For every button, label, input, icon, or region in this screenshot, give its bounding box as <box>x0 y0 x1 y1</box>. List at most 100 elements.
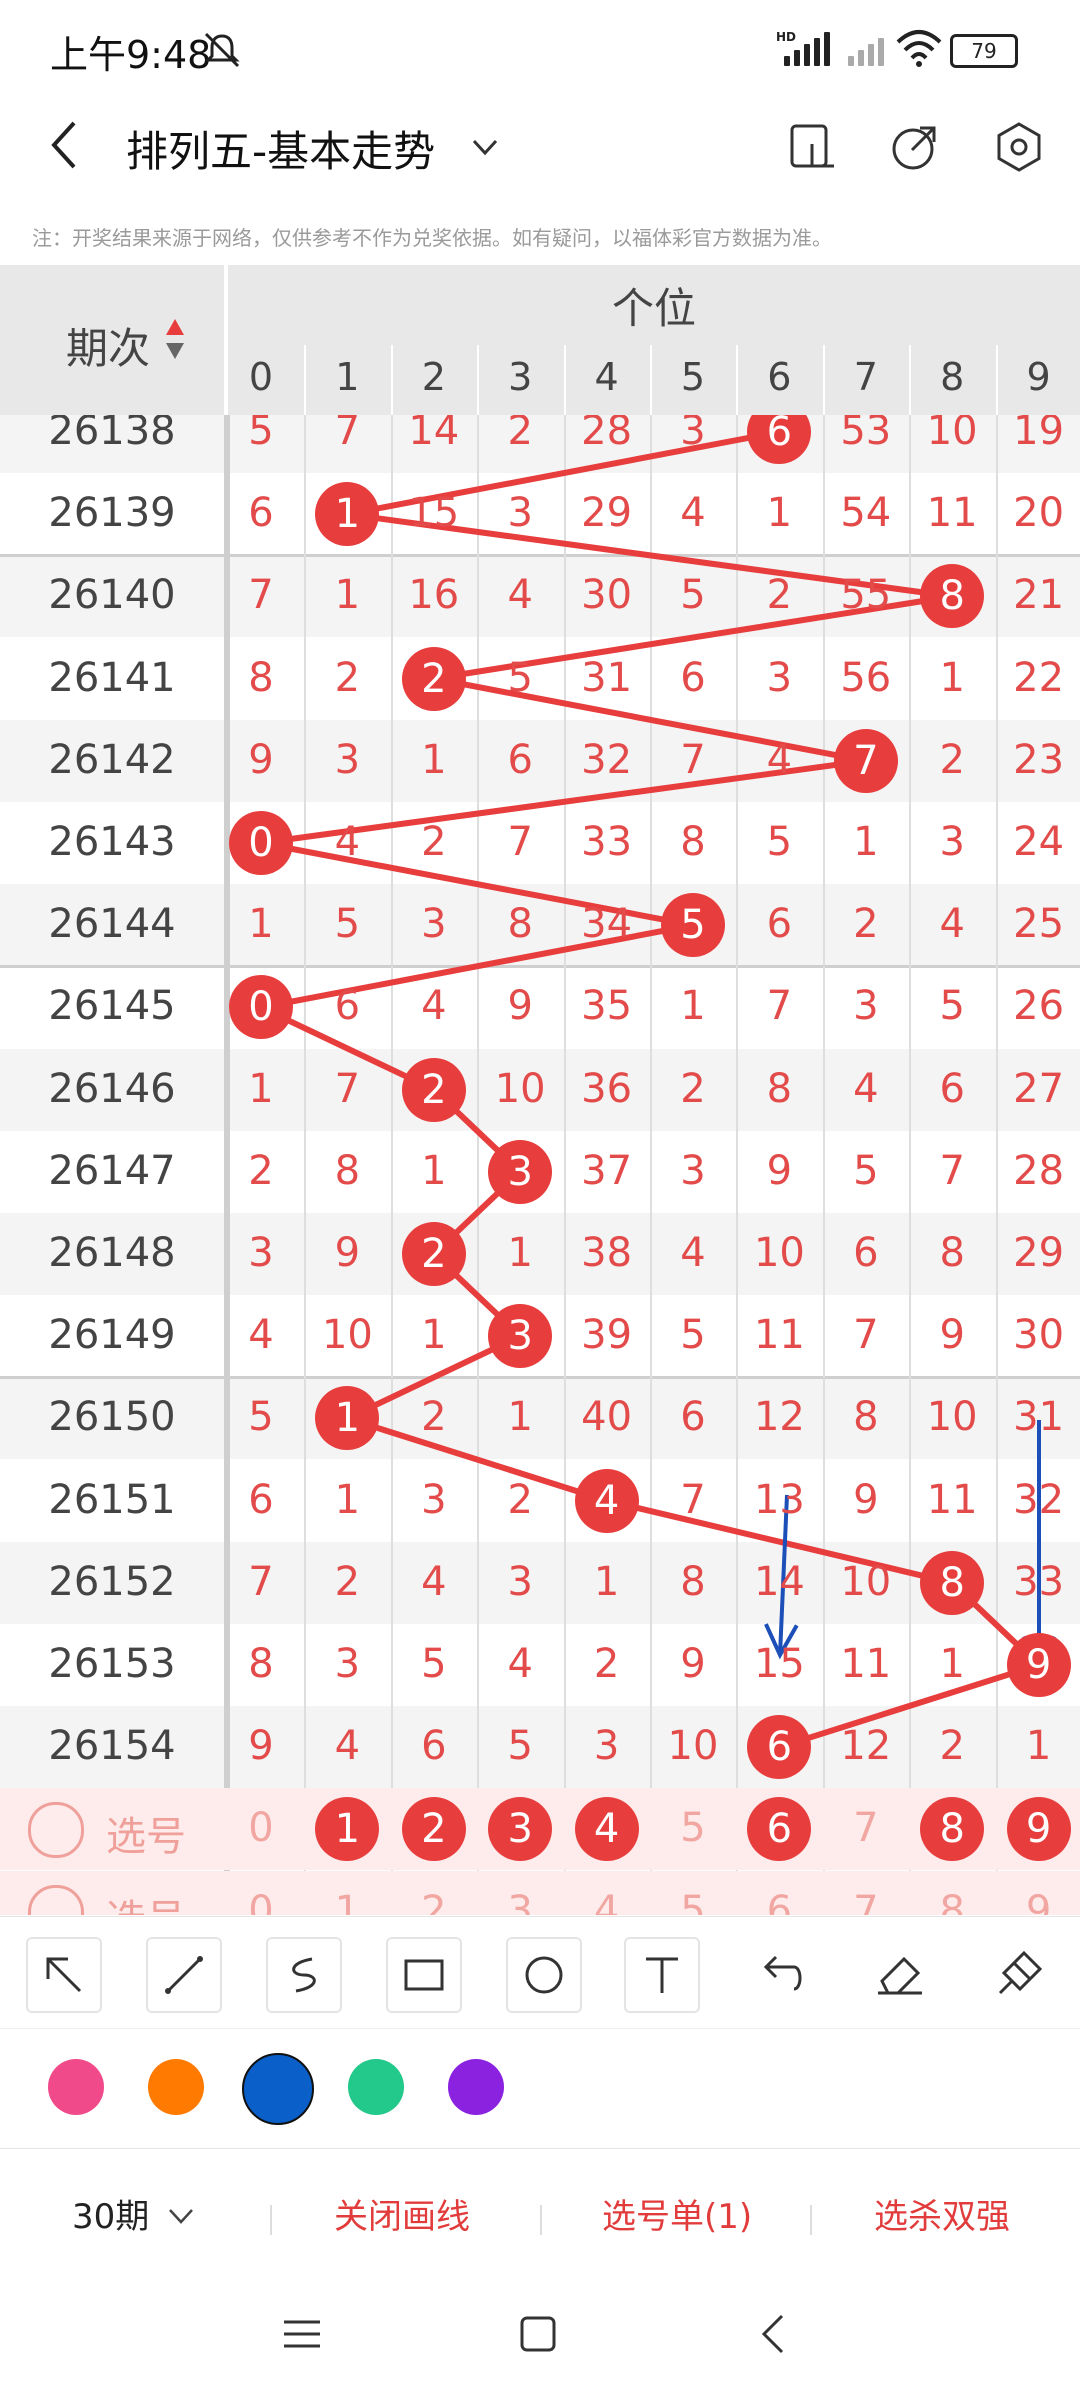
omission-cell[interactable]: 7 <box>304 415 390 454</box>
omission-cell[interactable]: 53 <box>823 415 909 454</box>
pick-digit[interactable]: 5 <box>650 1888 736 1916</box>
omission-cell[interactable]: 5 <box>650 572 736 618</box>
omission-cell[interactable]: 8 <box>218 655 304 701</box>
omission-cell[interactable]: 9 <box>304 1230 390 1276</box>
page-title[interactable]: 排列五-基本走势 <box>126 118 435 179</box>
omission-cell[interactable]: 1 <box>391 737 477 783</box>
omission-cell[interactable]: 2 <box>736 572 822 618</box>
omission-cell[interactable]: 20 <box>996 490 1080 536</box>
winning-digit-ball[interactable]: 5 <box>661 893 725 958</box>
winning-digit-ball[interactable]: 3 <box>488 1139 553 1204</box>
omission-cell[interactable]: 9 <box>909 1312 995 1358</box>
omission-cell[interactable]: 4 <box>650 1230 736 1276</box>
omission-cell[interactable]: 5 <box>218 415 304 454</box>
omission-cell[interactable]: 28 <box>564 415 650 454</box>
omission-cell[interactable]: 27 <box>996 1066 1080 1112</box>
omission-cell[interactable]: 11 <box>909 490 995 536</box>
omission-cell[interactable]: 1 <box>477 1230 563 1276</box>
omission-cell[interactable]: 55 <box>823 572 909 618</box>
omission-cell[interactable]: 31 <box>564 655 650 701</box>
color-swatch[interactable] <box>48 2059 104 2115</box>
omission-cell[interactable]: 2 <box>564 1641 650 1687</box>
period-selector[interactable]: 30期 <box>72 2189 196 2238</box>
nav-back-icon[interactable] <box>752 2312 796 2356</box>
omission-cell[interactable]: 2 <box>477 415 563 454</box>
winning-digit-ball[interactable]: 3 <box>488 1304 553 1369</box>
omission-cell[interactable]: 5 <box>650 1312 736 1358</box>
omission-cell[interactable]: 6 <box>391 1723 477 1769</box>
pick-digit[interactable]: 7 <box>823 1888 909 1916</box>
omission-cell[interactable]: 9 <box>823 1477 909 1523</box>
omission-cell[interactable]: 26 <box>996 983 1080 1029</box>
omission-cell[interactable]: 15 <box>391 490 477 536</box>
omission-cell[interactable]: 8 <box>823 1394 909 1440</box>
omission-cell[interactable]: 39 <box>564 1312 650 1358</box>
omission-cell[interactable]: 5 <box>218 1394 304 1440</box>
omission-cell[interactable]: 40 <box>564 1394 650 1440</box>
pick-digit[interactable]: 3 <box>477 1888 563 1916</box>
undo-icon[interactable] <box>744 1937 816 2009</box>
omission-cell[interactable]: 1 <box>391 1148 477 1194</box>
omission-cell[interactable]: 7 <box>823 1312 909 1358</box>
pick-digit-selected[interactable]: 4 <box>574 1797 639 1862</box>
omission-cell[interactable]: 8 <box>304 1148 390 1194</box>
pick-digit[interactable]: 6 <box>736 1888 822 1916</box>
omission-cell[interactable]: 6 <box>823 1230 909 1276</box>
color-swatch[interactable] <box>242 2053 314 2125</box>
omission-cell[interactable]: 4 <box>477 1641 563 1687</box>
omission-cell[interactable]: 16 <box>391 572 477 618</box>
omission-cell[interactable]: 5 <box>304 901 390 947</box>
winning-digit-ball[interactable]: 9 <box>1006 1633 1071 1697</box>
omission-cell[interactable]: 7 <box>909 1148 995 1194</box>
home-icon[interactable] <box>516 2312 560 2356</box>
winning-digit-ball[interactable]: 0 <box>229 811 293 875</box>
pick-digit[interactable]: 1 <box>304 1888 390 1916</box>
omission-cell[interactable]: 7 <box>218 572 304 618</box>
omission-cell[interactable]: 1 <box>564 1559 650 1605</box>
omission-cell[interactable]: 10 <box>823 1559 909 1605</box>
omission-cell[interactable]: 6 <box>736 901 822 947</box>
color-swatch[interactable] <box>448 2059 504 2115</box>
omission-cell[interactable]: 2 <box>304 1559 390 1605</box>
omission-cell[interactable]: 2 <box>218 1148 304 1194</box>
omission-cell[interactable]: 2 <box>650 1066 736 1112</box>
winning-digit-ball[interactable]: 2 <box>401 1057 466 1122</box>
pick-digit[interactable]: 5 <box>650 1805 736 1851</box>
omission-cell[interactable]: 9 <box>736 1148 822 1194</box>
omission-cell[interactable]: 6 <box>650 1394 736 1440</box>
pick-digit-selected[interactable]: 9 <box>1006 1797 1071 1862</box>
omission-cell[interactable]: 10 <box>477 1066 563 1112</box>
omission-cell[interactable]: 6 <box>909 1066 995 1112</box>
omission-cell[interactable]: 1 <box>304 1477 390 1523</box>
omission-cell[interactable]: 11 <box>736 1312 822 1358</box>
omission-cell[interactable]: 4 <box>391 983 477 1029</box>
pick-digit[interactable]: 0 <box>218 1805 304 1851</box>
omission-cell[interactable]: 2 <box>909 737 995 783</box>
omission-cell[interactable]: 7 <box>218 1559 304 1605</box>
omission-cell[interactable]: 1 <box>736 490 822 536</box>
omission-cell[interactable]: 1 <box>909 655 995 701</box>
winning-digit-ball[interactable]: 8 <box>920 1550 985 1615</box>
share-icon[interactable] <box>888 120 942 174</box>
omission-cell[interactable]: 32 <box>996 1477 1080 1523</box>
omission-cell[interactable]: 29 <box>564 490 650 536</box>
omission-cell[interactable]: 4 <box>304 819 390 865</box>
back-icon[interactable] <box>40 115 90 175</box>
omission-cell[interactable]: 22 <box>996 655 1080 701</box>
pick-row-checkbox[interactable] <box>28 1802 84 1859</box>
pick-digit[interactable]: 7 <box>823 1805 909 1851</box>
omission-cell[interactable]: 30 <box>564 572 650 618</box>
omission-cell[interactable]: 14 <box>736 1559 822 1605</box>
omission-cell[interactable]: 5 <box>391 1641 477 1687</box>
chevron-down-icon[interactable] <box>468 130 502 164</box>
line-tool[interactable] <box>146 1937 222 2013</box>
omission-cell[interactable]: 19 <box>996 415 1080 454</box>
omission-cell[interactable]: 2 <box>391 1394 477 1440</box>
color-swatch[interactable] <box>148 2059 204 2115</box>
omission-cell[interactable]: 31 <box>996 1394 1080 1440</box>
omission-cell[interactable]: 7 <box>477 819 563 865</box>
omission-cell[interactable]: 4 <box>304 1723 390 1769</box>
close-lines-button[interactable]: 关闭画线 <box>334 2189 470 2238</box>
omission-cell[interactable]: 9 <box>218 1723 304 1769</box>
omission-cell[interactable]: 15 <box>736 1641 822 1687</box>
